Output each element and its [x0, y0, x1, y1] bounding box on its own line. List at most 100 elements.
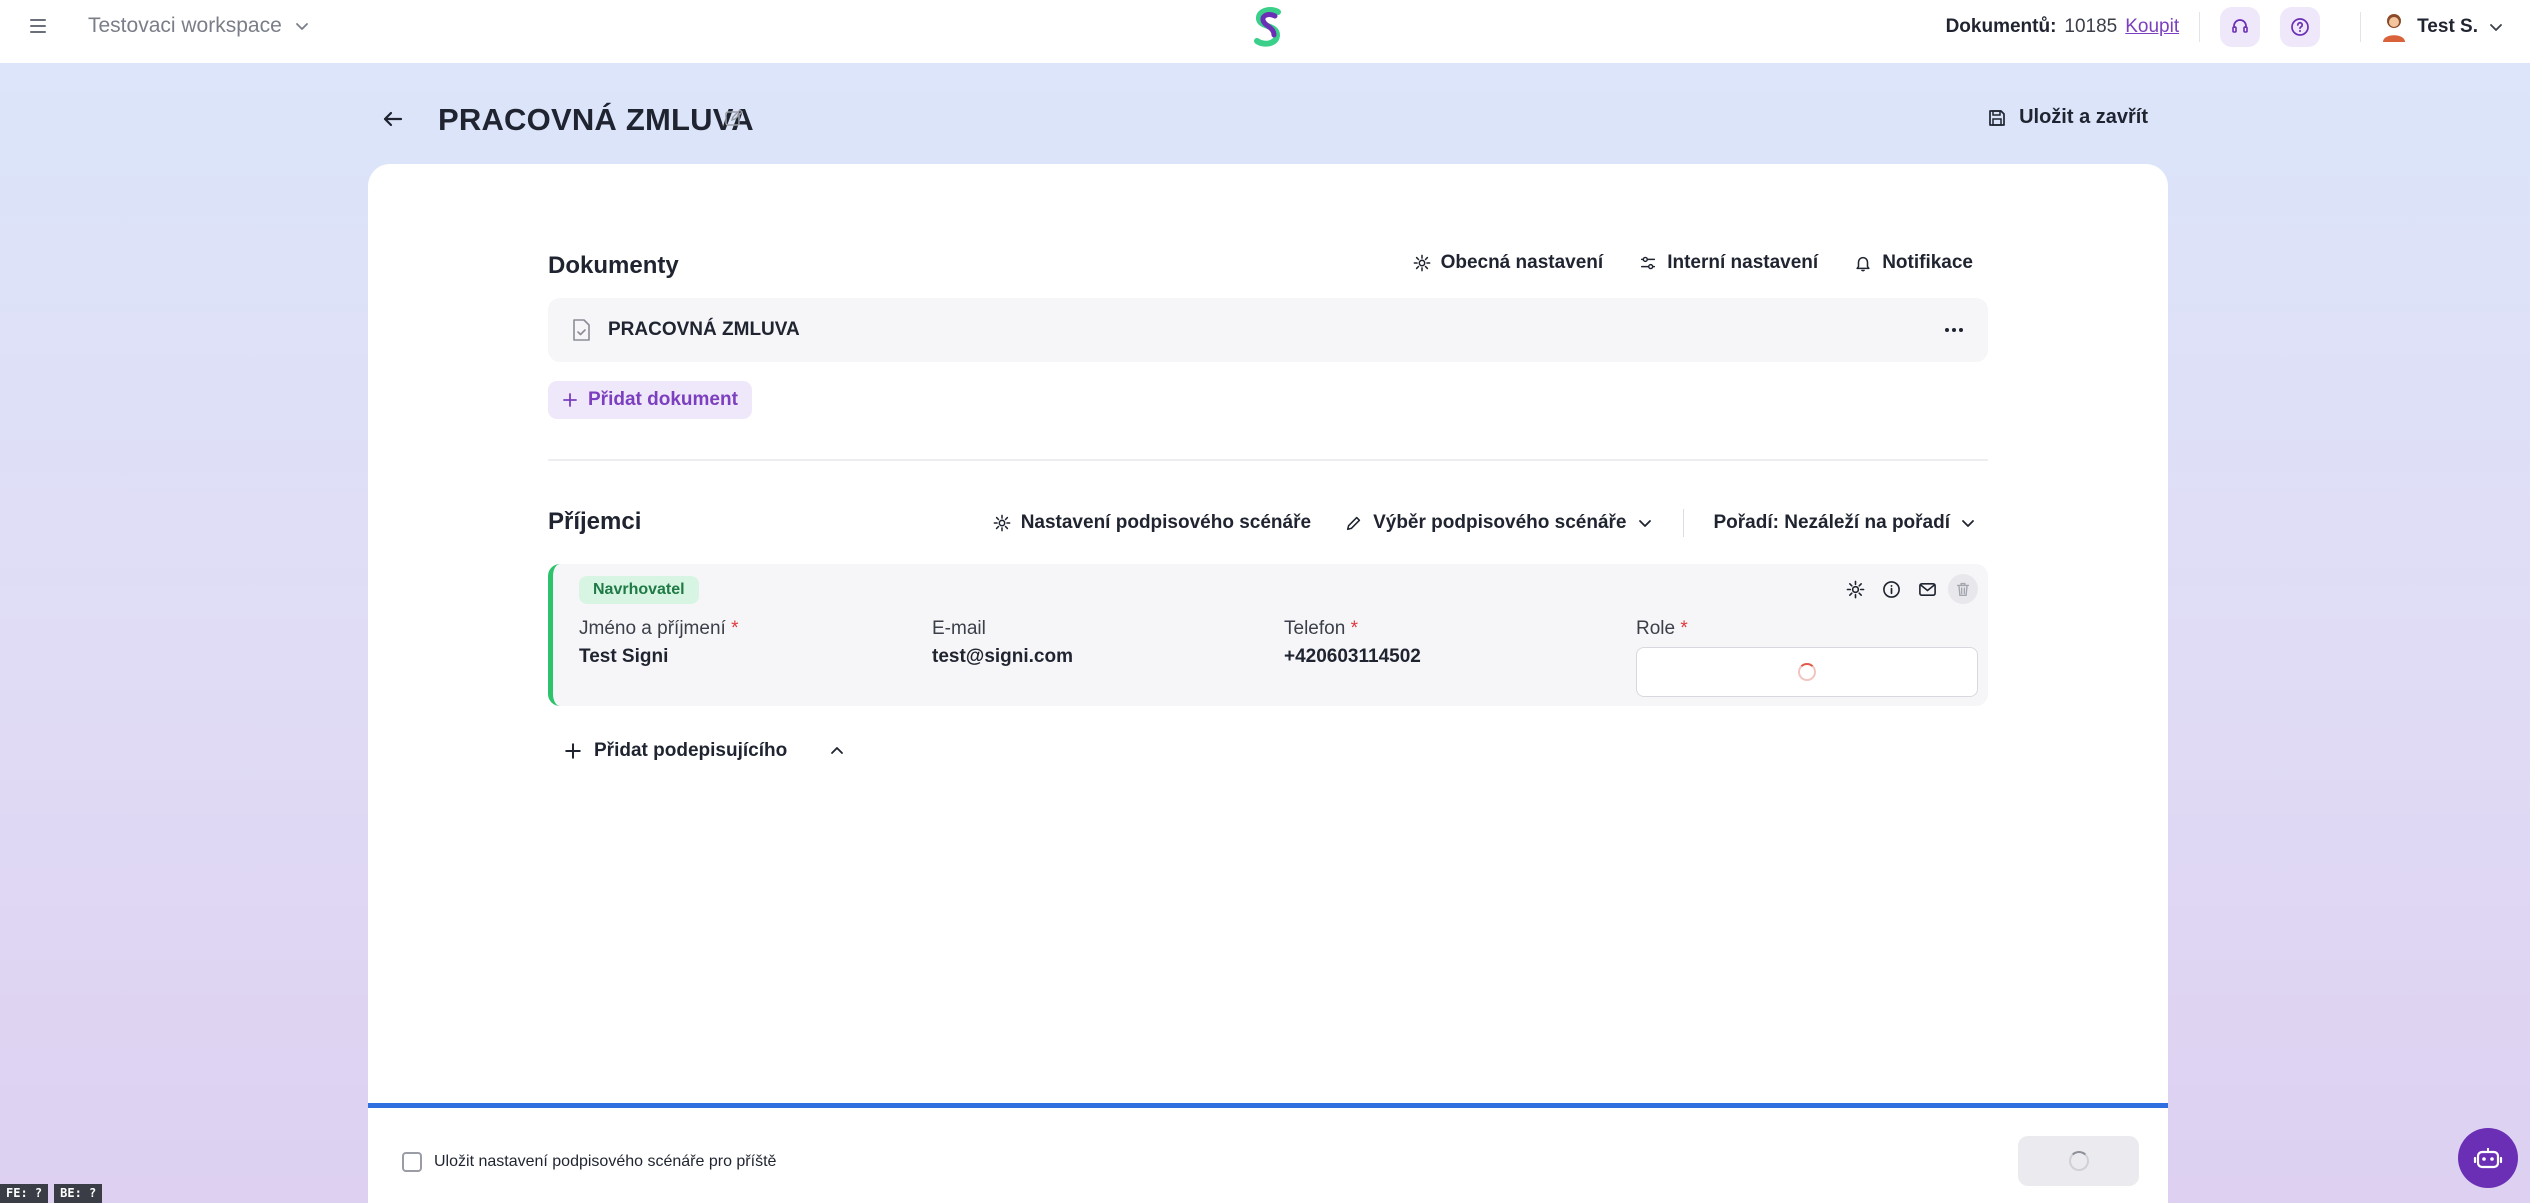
name-label-text: Jméno a příjmení	[579, 618, 726, 639]
menu-icon[interactable]	[27, 15, 49, 37]
edit-icon[interactable]	[724, 108, 744, 128]
order-dropdown[interactable]: Pořadí: Nezáleží na pořadí	[1714, 512, 1977, 534]
name-field-label: Jméno a příjmení *	[579, 618, 738, 640]
recipients-actions: Nastavení podpisového scénáře Výběr podp…	[993, 509, 1976, 537]
section-divider	[548, 459, 1988, 461]
recipient-email-button[interactable]	[1912, 574, 1942, 604]
scenario-settings-button[interactable]: Nastavení podpisového scénáře	[993, 512, 1311, 534]
back-arrow-icon[interactable]	[380, 106, 406, 132]
chatbot-button[interactable]	[2458, 1128, 2518, 1188]
backend-version-tag: BE: ?	[54, 1184, 103, 1203]
phone-field: Telefon * +420603114502	[1284, 618, 1421, 668]
recipient-delete-button[interactable]	[1948, 574, 1978, 604]
buy-link[interactable]: Koupit	[2125, 16, 2179, 38]
add-document-label: Přidat dokument	[588, 389, 738, 410]
role-select[interactable]	[1636, 647, 1978, 697]
add-signer-button[interactable]: Přidat podepisujícího	[564, 740, 845, 762]
help-icon	[2291, 18, 2309, 36]
recipient-card: Navrhovatel Jméno a příjmení * Test Sign…	[548, 564, 1988, 706]
gear-icon	[1413, 254, 1430, 272]
pencil-icon	[1347, 516, 1361, 531]
checkbox[interactable]	[402, 1152, 422, 1172]
divider	[2360, 12, 2362, 42]
chevron-down-icon	[1962, 520, 1974, 527]
scenario-settings-label: Nastavení podpisového scénáře	[1020, 512, 1312, 533]
phone-value[interactable]: +420603114502	[1284, 646, 1421, 668]
save-icon	[1989, 109, 2005, 126]
workspace-name: Testovaci workspace	[88, 14, 282, 37]
user-menu[interactable]: Test S.	[2381, 12, 2504, 42]
role-field: Role *	[1636, 618, 1688, 640]
continue-button[interactable]	[2018, 1136, 2139, 1186]
chevron-down-icon	[1638, 520, 1651, 527]
notifications-label: Notifikace	[1882, 252, 1973, 273]
save-scenario-checkbox[interactable]: Uložit nastavení podpisového scénáře pro…	[402, 1152, 776, 1172]
documents-count: 10185	[2064, 16, 2118, 37]
add-document-button[interactable]: Přidat dokument	[548, 381, 752, 419]
scenario-select-label: Výběr podpisového scénáře	[1373, 512, 1627, 533]
recipient-settings-button[interactable]	[1840, 574, 1870, 604]
frontend-version-tag: FE: ?	[0, 1184, 49, 1203]
name-field: Jméno a příjmení * Test Signi	[579, 618, 738, 668]
role-field-label: Role *	[1636, 618, 1688, 640]
debug-tags: FE: ? BE: ?	[0, 1184, 103, 1203]
documents-title: Dokumenty	[548, 252, 679, 279]
save-scenario-label: Uložit nastavení podpisového scénáře pro…	[434, 1153, 777, 1170]
signi-logo[interactable]	[1250, 6, 1286, 50]
divider	[1682, 509, 1684, 537]
more-horizontal-icon[interactable]	[1942, 318, 1966, 342]
order-label: Pořadí: Nezáleží na pořadí	[1713, 512, 1951, 533]
internal-settings-button[interactable]: Interní nastavení	[1639, 252, 1818, 274]
add-signer-label: Přidat podepisujícího	[594, 740, 788, 761]
footer-bar: Uložit nastavení podpisového scénáře pro…	[368, 1108, 2168, 1203]
documents-label: Dokumentů:	[1945, 16, 2057, 37]
email-field-label: E-mail	[932, 618, 986, 639]
loading-spinner	[1798, 663, 1816, 681]
name-value[interactable]: Test Signi	[579, 646, 738, 668]
top-right-controls: Dokumentů: 10185 Koupit Test S.	[1946, 0, 2504, 54]
phone-field-label: Telefon *	[1284, 618, 1421, 640]
general-settings-label: Obecná nastavení	[1440, 252, 1604, 273]
headset-icon	[2232, 19, 2248, 33]
chevron-down-icon	[295, 23, 308, 30]
chevron-up-icon[interactable]	[829, 743, 845, 759]
recipient-actions	[1840, 574, 1978, 604]
phone-label-text: Telefon	[1284, 618, 1346, 639]
document-row[interactable]: PRACOVNÁ ZMLUVA	[548, 298, 1988, 362]
gear-icon	[1846, 580, 1864, 598]
avatar	[2383, 14, 2406, 42]
editor-card: Dokumenty Obecná nastavení Interní nasta…	[368, 164, 2168, 1203]
required-marker: *	[731, 618, 739, 639]
plus-icon	[563, 393, 577, 407]
recipient-info-button[interactable]	[1876, 574, 1906, 604]
internal-settings-label: Interní nastavení	[1667, 252, 1819, 273]
top-bar: Testovaci workspace Dokumentů: 10185 Kou…	[0, 0, 2530, 63]
general-settings-button[interactable]: Obecná nastavení	[1413, 252, 1604, 274]
document-name: PRACOVNÁ ZMLUVA	[608, 319, 800, 340]
gear-icon	[993, 514, 1011, 532]
document-check-icon	[573, 319, 590, 341]
role-label-text: Role	[1636, 618, 1676, 639]
help-button[interactable]	[2280, 7, 2321, 47]
info-icon	[1882, 580, 1900, 598]
recipients-title: Příjemci	[548, 508, 642, 535]
required-marker: *	[1680, 618, 1688, 639]
notifications-button[interactable]: Notifikace	[1854, 252, 1973, 274]
bell-icon	[1856, 256, 1870, 272]
workspace-selector[interactable]: Testovaci workspace	[88, 14, 310, 38]
divider	[2199, 12, 2201, 42]
save-and-close-label: Uložit a zavřít	[2019, 106, 2148, 128]
chevron-down-icon	[2490, 24, 2502, 31]
user-name: Test S.	[2417, 16, 2478, 37]
email-field: E-mail test@signi.com	[932, 618, 1073, 668]
trash-icon	[1956, 582, 1970, 596]
robot-icon	[2473, 1148, 2503, 1169]
documents-actions: Obecná nastavení Interní nastavení Notif…	[1413, 252, 1973, 274]
recipient-type-badge: Navrhovatel	[579, 576, 699, 604]
required-marker: *	[1350, 618, 1358, 639]
save-and-close-button[interactable]: Uložit a zavřít	[1987, 106, 2148, 129]
support-button[interactable]	[2220, 7, 2261, 47]
mail-icon	[1918, 582, 1936, 596]
scenario-select-dropdown[interactable]: Výběr podpisového scénáře	[1345, 512, 1652, 534]
email-value[interactable]: test@signi.com	[932, 646, 1073, 668]
